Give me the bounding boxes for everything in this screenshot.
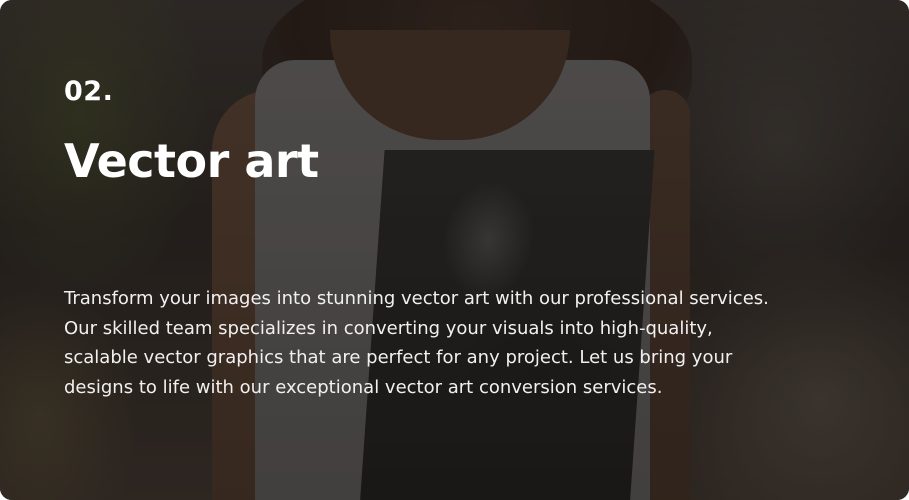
dark-overlay bbox=[0, 0, 909, 500]
service-card: 02. Vector art Transform your images int… bbox=[0, 0, 909, 500]
card-number: 02. bbox=[64, 76, 114, 107]
card-description-line: scalable vector graphics that are perfec… bbox=[64, 347, 733, 368]
card-description-line: designs to life with our exceptional vec… bbox=[64, 376, 663, 398]
card-title: Vector art bbox=[64, 134, 319, 188]
card-description: Transform your images into stunning vect… bbox=[64, 284, 864, 402]
card-description-line: Our skilled team specializes in converti… bbox=[64, 317, 713, 339]
card-description-line: Transform your images into stunning vect… bbox=[64, 288, 769, 309]
